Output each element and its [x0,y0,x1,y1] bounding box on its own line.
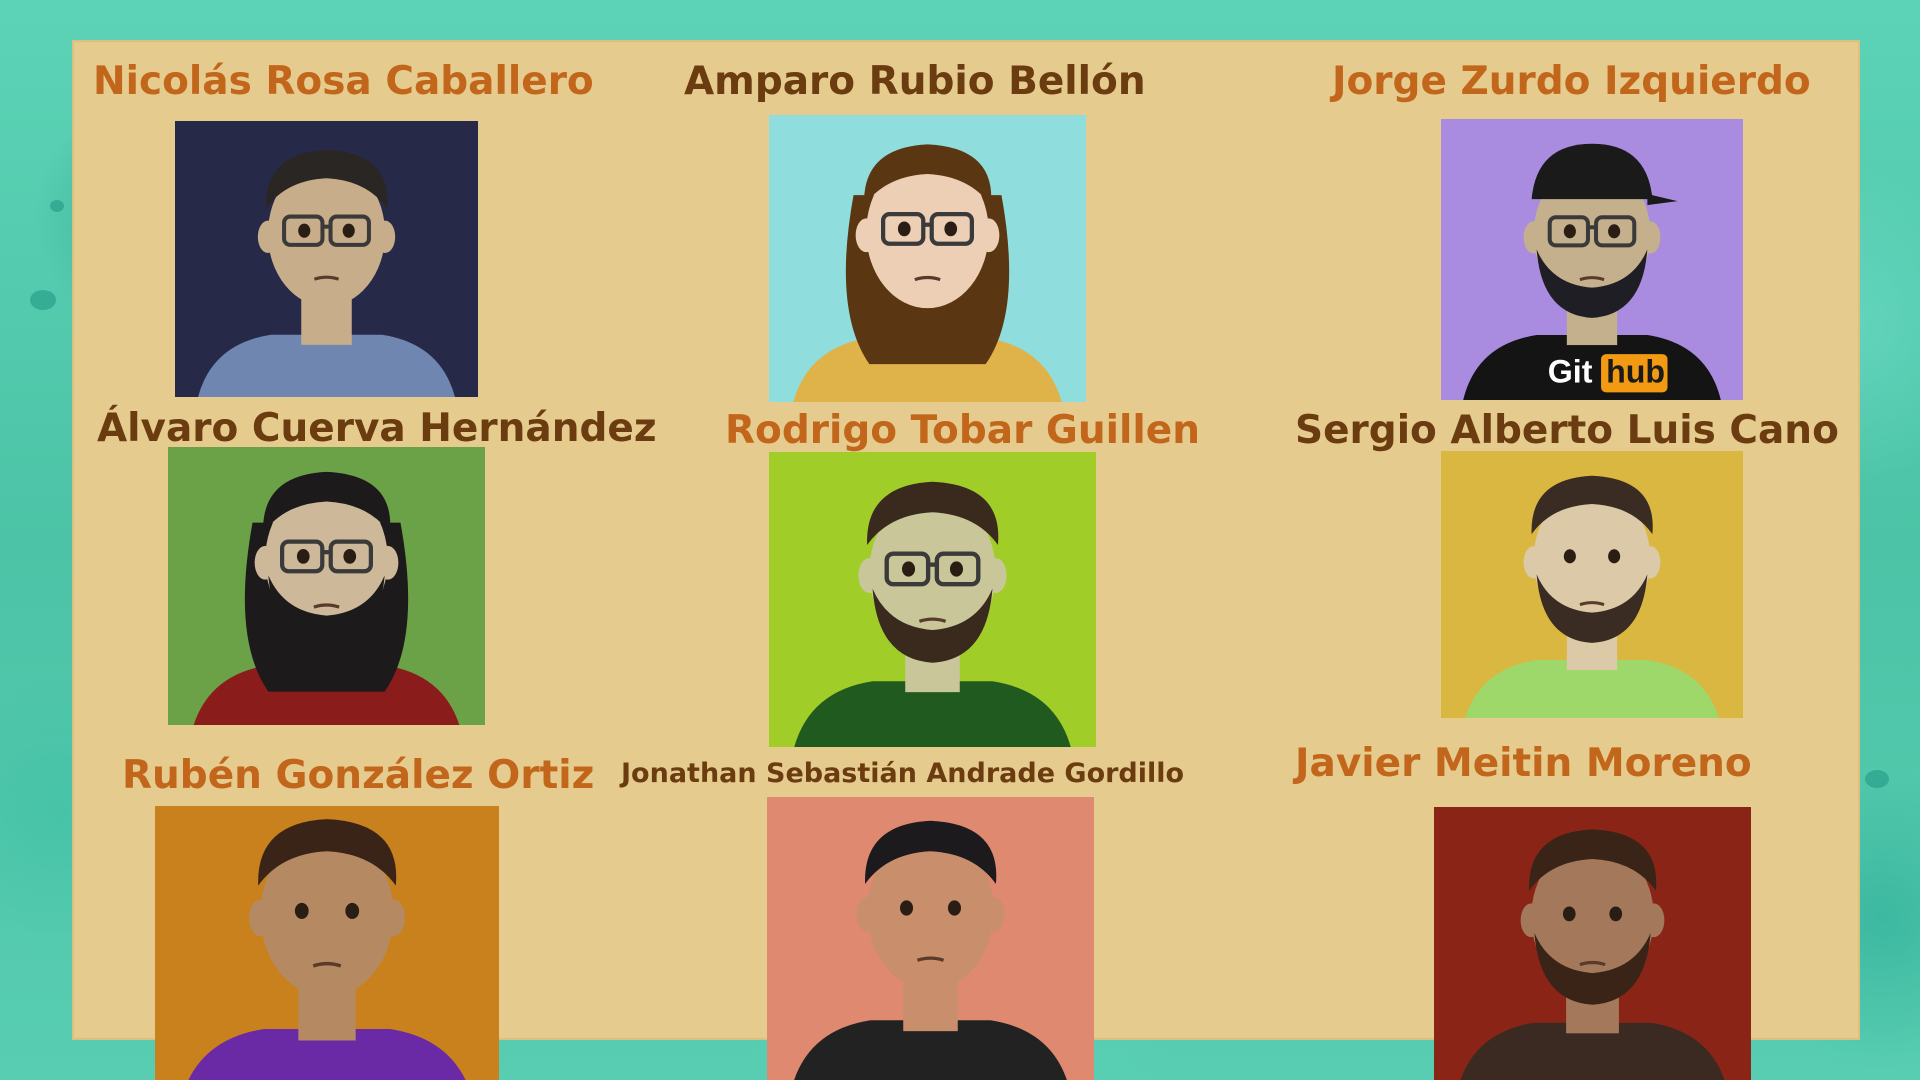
member-name: Rodrigo Tobar Guillen [725,408,1200,453]
member-name: Jorge Zurdo Izquierdo [1332,59,1811,104]
portrait-illustration: Git hub [1463,143,1721,400]
member-name: Javier Meitin Moreno [1295,741,1752,786]
member-name: Amparo Rubio Bellón [684,59,1146,104]
member-name: Álvaro Cuerva Hernández [97,406,657,451]
member-name: Jonathan Sebastián Andrade Gordillo [621,758,1185,789]
shirt-logo: Git hub [1548,353,1668,393]
member-portrait [155,806,499,1080]
member-portrait [767,797,1094,1080]
member-name: Rubén González Ortiz [122,753,595,798]
member-portrait [769,452,1096,747]
portrait-illustration [188,819,466,1080]
portrait-illustration [1460,829,1725,1080]
member-portrait [175,121,478,397]
member-portrait: Git hub [1441,119,1743,400]
portrait-illustration [793,144,1062,402]
member-portrait [168,447,485,725]
member-portrait [769,115,1086,402]
paint-splat [50,200,64,212]
portrait-illustration [794,481,1071,747]
portrait-illustration [1465,475,1719,718]
member-portrait [1434,807,1751,1080]
logo-text-right: hub [1606,353,1665,389]
paint-splat [30,290,56,310]
paint-splat [1865,770,1889,788]
logo-text-left: Git [1548,353,1593,389]
portrait-illustration [193,471,460,725]
member-name: Sergio Alberto Luis Cano [1295,408,1839,453]
member-portrait [1441,451,1743,718]
portrait-illustration [198,149,455,397]
member-name: Nicolás Rosa Caballero [93,59,594,104]
portrait-illustration [794,820,1067,1080]
